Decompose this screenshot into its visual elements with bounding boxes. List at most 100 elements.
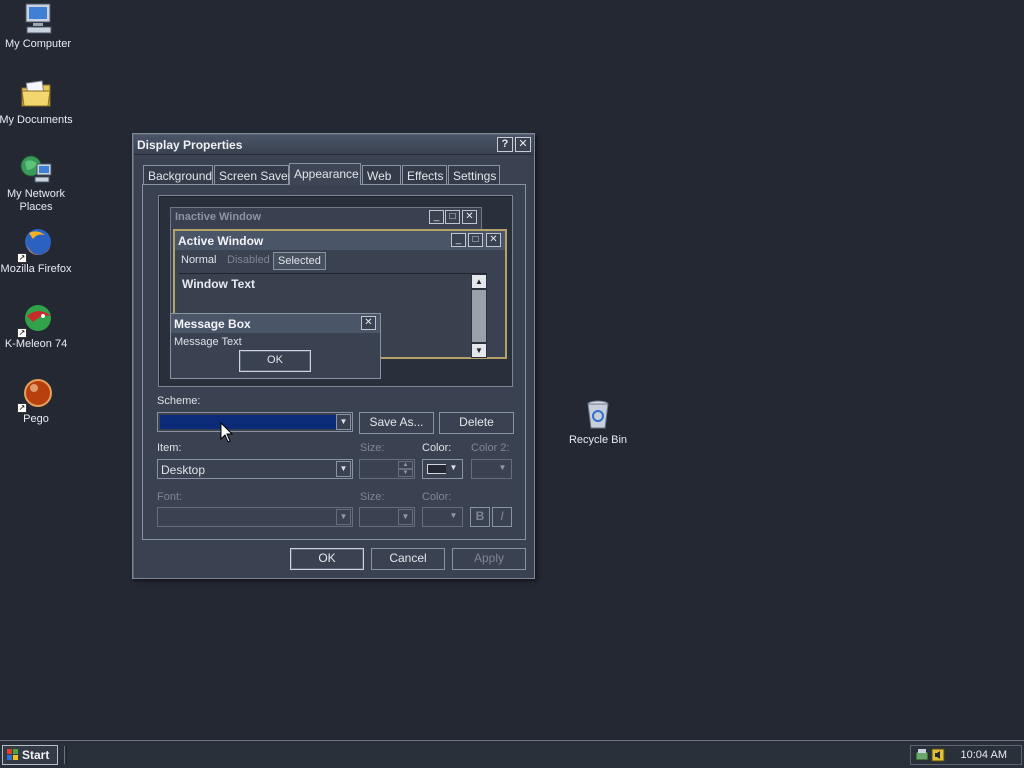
system-tray: 10:04 AM [910,745,1022,765]
clock: 10:04 AM [960,749,1007,761]
message-box-title: Message Box [174,317,251,331]
dialog-titlebar[interactable]: Display Properties ? ✕ [134,135,533,155]
font-size-label: Size: [360,491,385,503]
italic-button[interactable]: I [492,507,512,527]
message-box-ok-button: OK [239,350,311,372]
scroll-thumb [472,290,486,342]
item-select[interactable]: Desktop ▼ [157,459,353,479]
help-button[interactable]: ? [497,137,513,152]
chevron-down-icon[interactable]: ▼ [336,509,351,525]
maximize-icon: □ [445,210,460,224]
tab-screen-saver[interactable]: Screen Saver [214,165,292,184]
tab-web[interactable]: Web [362,165,401,184]
windows-flag-icon [7,749,18,760]
desktop-icon-label: Recycle Bin [568,434,628,446]
save-as-button[interactable]: Save As... [359,412,434,434]
item-size-spinner[interactable]: ▲ ▼ [359,459,415,479]
window-text: Window Text [182,277,255,291]
taskbar-divider [64,746,67,764]
close-icon: ✕ [361,316,376,330]
appearance-preview[interactable]: Inactive Window _ □ ✕ Active Window _ □ … [158,195,513,387]
item-color2-button[interactable]: ▼ [471,459,512,479]
chevron-down-icon[interactable]: ▼ [495,461,510,477]
shortcut-arrow-icon: ↗ [17,253,27,263]
bold-button[interactable]: B [470,507,490,527]
shortcut-arrow-icon: ↗ [17,328,27,338]
tab-background[interactable]: Background [143,165,213,184]
desktop-icon-my-documents[interactable]: My Documents [0,78,74,127]
start-label: Start [22,748,50,762]
volume-tray-icon[interactable] [931,748,945,762]
font-size-select[interactable]: ▼ [359,507,415,527]
preview-message-box: Message Box ✕ Message Text OK [170,313,381,379]
minimize-icon: _ [429,210,444,224]
firefox-icon: ↗ [17,227,53,263]
network-tray-icon[interactable] [915,748,929,762]
desktop-icon-label: K-Meleon 74 [4,338,68,350]
shortcut-arrow-icon: ↗ [17,403,27,413]
item-color-button[interactable]: ▼ [422,459,463,479]
desktop-icon-my-computer[interactable]: My Computer [0,2,76,51]
spin-up-icon[interactable]: ▲ [398,461,413,469]
desktop-icon-mozilla-firefox[interactable]: ↗ Mozilla Firefox [0,227,74,276]
chevron-down-icon[interactable]: ▼ [398,509,413,525]
cancel-button[interactable]: Cancel [371,548,445,570]
font-label: Font: [157,491,183,503]
close-icon: ✕ [486,233,501,247]
item-color2-label: Color 2: [471,442,510,454]
scheme-label: Scheme: [157,395,201,407]
close-button[interactable]: ✕ [515,137,531,152]
chevron-down-icon[interactable]: ▼ [336,461,351,477]
scheme-selected-highlight [160,415,336,429]
k-meleon-icon: ↗ [17,302,53,338]
font-color-button[interactable]: ▼ [422,507,463,527]
scroll-down-icon: ▼ [472,344,486,357]
display-properties-dialog: Display Properties ? ✕ Background Screen… [132,133,535,579]
tab-effects[interactable]: Effects [402,165,447,184]
desktop-icon-recycle-bin[interactable]: Recycle Bin [560,398,636,447]
minimize-icon: _ [451,233,466,247]
recycle-bin-icon [581,398,615,432]
maximize-icon: □ [468,233,483,247]
pego-icon: ↗ [17,377,53,413]
desktop-icon-k-meleon[interactable]: ↗ K-Meleon 74 [0,302,74,351]
spin-down-icon[interactable]: ▼ [398,469,413,477]
scheme-select[interactable]: ▼ [157,412,353,432]
font-select[interactable]: ▼ [157,507,353,527]
delete-button[interactable]: Delete [439,412,514,434]
message-text: Message Text [174,336,242,348]
scroll-up-icon: ▲ [472,275,486,288]
menu-normal: Normal [181,254,217,266]
preview-scrollbar: ▲ ▼ [471,274,487,358]
chevron-down-icon[interactable]: ▼ [336,414,351,430]
message-box-titlebar: Message Box ✕ [171,314,380,333]
desktop-icon-label: Pego [23,413,49,425]
active-window-title: Active Window [178,234,264,248]
folder-icon [19,78,53,112]
network-icon [19,152,53,186]
taskbar: Start 10:04 AM [0,740,1024,768]
desktop-icon-my-network-places[interactable]: My Network Places [0,152,74,214]
active-window-titlebar: Active Window _ □ ✕ [175,231,505,250]
chevron-down-icon[interactable]: ▼ [446,461,461,477]
tab-appearance[interactable]: Appearance [289,163,361,185]
inactive-window-titlebar: Inactive Window _ □ ✕ [171,208,481,226]
start-button[interactable]: Start [2,745,58,765]
apply-button[interactable]: Apply [452,548,526,570]
inactive-window-title: Inactive Window [175,211,262,223]
dialog-title: Display Properties [137,138,243,152]
menu-disabled: Disabled [227,254,270,266]
computer-icon [21,2,55,36]
ok-button[interactable]: OK [290,548,364,570]
desktop-icon-pego[interactable]: ↗ Pego [0,377,74,426]
item-value: Desktop [161,463,206,477]
tab-settings[interactable]: Settings [448,165,500,184]
appearance-panel: Inactive Window _ □ ✕ Active Window _ □ … [142,184,526,540]
item-size-label: Size: [360,442,385,454]
chevron-down-icon[interactable]: ▼ [446,509,461,525]
item-color-label: Color: [422,442,452,454]
mouse-cursor-icon [220,421,234,444]
close-icon: ✕ [462,210,477,224]
font-color-label: Color: [422,491,452,503]
desktop-icon-label: My Documents [0,114,73,126]
